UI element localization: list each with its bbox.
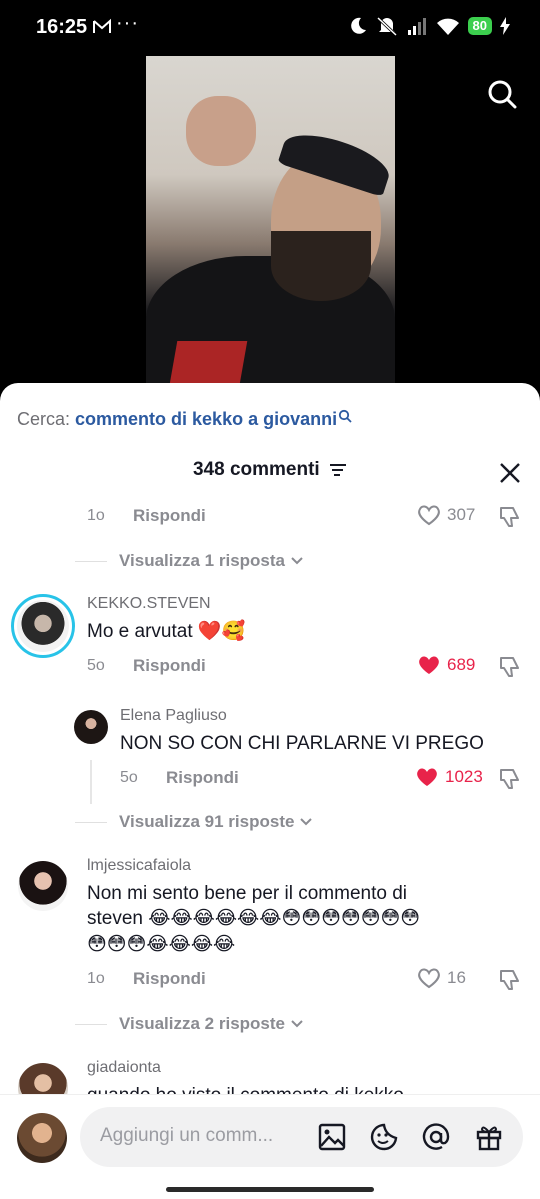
comment-username[interactable]: Elena Pagliuso (120, 707, 227, 725)
comment-text-line: steven 😂😂😂😂😂😂😳😳😳😳😳😳😳 (87, 908, 421, 929)
at-icon[interactable] (421, 1122, 451, 1152)
heart-icon (417, 768, 437, 786)
heart-icon (418, 968, 440, 989)
search-label: Cerca: (17, 409, 71, 429)
chevron-down-icon (291, 1020, 303, 1028)
comments-count: 348 commenti (192, 459, 320, 480)
like-button[interactable]: 689 (417, 654, 475, 676)
reply-button[interactable]: Rispondi (166, 768, 239, 788)
heart-icon (419, 656, 439, 674)
avatar[interactable] (11, 594, 75, 658)
chevron-down-icon (300, 818, 313, 826)
chevron-down-icon (291, 557, 303, 565)
search-query[interactable]: commento di kekko a giovanni (75, 409, 337, 429)
search-suggestion[interactable]: Cerca: commento di kekko a giovanni (17, 409, 352, 430)
mail-icon (93, 18, 111, 33)
status-right: 80 (348, 16, 510, 36)
comments-sheet: Cerca: commento di kekko a giovanni 348 … (0, 383, 540, 1199)
like-button[interactable]: 1023 (415, 766, 483, 788)
comment-time: 5o (87, 657, 105, 674)
search-icon (339, 409, 352, 423)
user-avatar (17, 1113, 67, 1163)
comments-header: 348 commenti (0, 459, 540, 489)
dislike-icon[interactable] (497, 766, 523, 792)
view-replies-button[interactable]: Visualizza 1 risposta (75, 551, 304, 571)
video-preview[interactable] (146, 56, 395, 396)
comment-username[interactable]: KEKKO.STEVEN (87, 595, 211, 613)
reply-button[interactable]: Rispondi (133, 506, 206, 526)
image-icon[interactable] (317, 1122, 347, 1152)
charging-icon (500, 17, 510, 35)
like-count: 16 (447, 968, 466, 987)
dislike-icon[interactable] (497, 654, 523, 680)
comment-text: Mo e arvutat ❤️🥰 (87, 621, 246, 642)
comment-time: 1o (87, 970, 105, 987)
status-time: 16:25 (36, 16, 88, 38)
like-button[interactable]: 307 (417, 504, 475, 526)
search-icon[interactable] (486, 78, 518, 110)
avatar[interactable] (74, 710, 108, 744)
view-replies-label: Visualizza 91 risposte (119, 812, 295, 831)
comment-input[interactable]: Aggiungi un comm... (80, 1107, 523, 1167)
like-count: 307 (447, 505, 476, 524)
view-replies-label: Visualizza 2 risposte (119, 1014, 285, 1033)
dislike-icon[interactable] (497, 504, 523, 530)
reply-button[interactable]: Rispondi (133, 969, 206, 989)
comment-time: 1o (87, 507, 105, 524)
home-indicator[interactable] (166, 1187, 374, 1192)
thread-line (90, 760, 92, 804)
comment-text-line: 😳😳😳😂😂😂😂 (87, 934, 236, 955)
view-replies-button[interactable]: Visualizza 91 risposte (75, 812, 313, 832)
reply-button[interactable]: Rispondi (133, 656, 206, 676)
comment-text-line: Non mi sento bene per il commento di (87, 883, 407, 904)
avatar[interactable] (18, 861, 68, 911)
comment-input-placeholder: Aggiungi un comm... (100, 1125, 274, 1146)
comment-username[interactable]: lmjessicafaiola (87, 857, 191, 875)
like-count: 1023 (445, 767, 483, 786)
view-replies-button[interactable]: Visualizza 2 risposte (75, 1014, 304, 1034)
like-button[interactable]: 16 (417, 967, 466, 989)
wifi-icon (436, 18, 459, 35)
moon-icon (350, 17, 366, 34)
like-count: 689 (447, 655, 476, 674)
view-replies-label: Visualizza 1 risposta (119, 551, 285, 570)
comment-composer: Aggiungi un comm... (0, 1094, 540, 1199)
comment-time: 5o (120, 769, 138, 786)
filter-icon[interactable] (329, 463, 347, 477)
emoji-icon[interactable] (369, 1122, 399, 1152)
heart-icon (418, 505, 440, 526)
dislike-icon[interactable] (497, 967, 523, 993)
more-notifications-icon: ··· (116, 12, 139, 34)
comment-text: NON SO CON CHI PARLARNE VI PREGO (120, 733, 484, 754)
comment-username[interactable]: giadaionta (87, 1059, 161, 1077)
signal-icon (407, 18, 426, 35)
battery-badge: 80 (467, 17, 492, 35)
mute-icon (376, 16, 397, 36)
close-icon[interactable] (496, 459, 524, 487)
status-bar: 16:25 ··· 80 (0, 0, 540, 56)
gift-icon[interactable] (474, 1122, 504, 1152)
